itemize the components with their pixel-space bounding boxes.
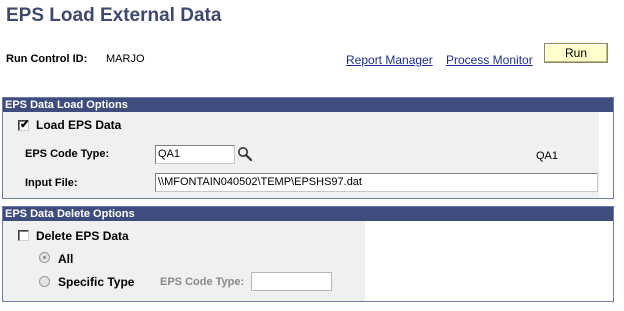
radio-selected-dot: [43, 256, 46, 259]
run-control-value: MARJO: [106, 53, 145, 65]
input-file-field[interactable]: \\MFONTAIN040502\TEMP\EPSHS97.dat: [155, 173, 598, 192]
magnifier-icon[interactable]: [237, 146, 253, 162]
radio-all[interactable]: [39, 252, 50, 263]
input-file-label: Input File:: [25, 177, 78, 189]
load-eps-data-label: Load EPS Data: [36, 118, 122, 132]
radio-specific-type-label: Specific Type: [58, 275, 135, 289]
load-eps-data-checkbox[interactable]: ✔: [18, 119, 30, 131]
page-title: EPS Load External Data: [6, 5, 222, 26]
eps-code-type-description: QA1: [536, 150, 559, 162]
delete-eps-data-label: Delete EPS Data: [36, 229, 129, 243]
eps-code-type-label: EPS Code Type:: [25, 148, 110, 160]
run-button[interactable]: Run: [544, 43, 608, 63]
delete-eps-data-checkbox[interactable]: [18, 230, 29, 241]
radio-all-label: All: [58, 252, 74, 266]
load-options-header: EPS Data Load Options: [3, 98, 613, 112]
load-options-body: ✔ Load EPS Data EPS Code Type: QA1 QA1 I…: [3, 112, 613, 198]
process-monitor-link[interactable]: Process Monitor: [446, 53, 533, 67]
run-control-label: Run Control ID:: [6, 53, 88, 65]
delete-options-header: EPS Data Delete Options: [3, 207, 613, 221]
eps-code-type-input[interactable]: QA1: [155, 145, 235, 164]
delete-options-body: Delete EPS Data All Specific Type EPS Co…: [3, 221, 613, 301]
checkmark-icon: ✔: [20, 119, 30, 131]
load-options-group: EPS Data Load Options ✔ Load EPS Data EP…: [2, 97, 614, 199]
delete-options-group: EPS Data Delete Options Delete EPS Data …: [2, 206, 614, 302]
report-manager-link[interactable]: Report Manager: [346, 53, 433, 67]
specific-eps-code-type-input[interactable]: [251, 272, 332, 291]
specific-eps-code-type-label: EPS Code Type:: [160, 276, 245, 288]
radio-specific-type[interactable]: [39, 276, 50, 287]
